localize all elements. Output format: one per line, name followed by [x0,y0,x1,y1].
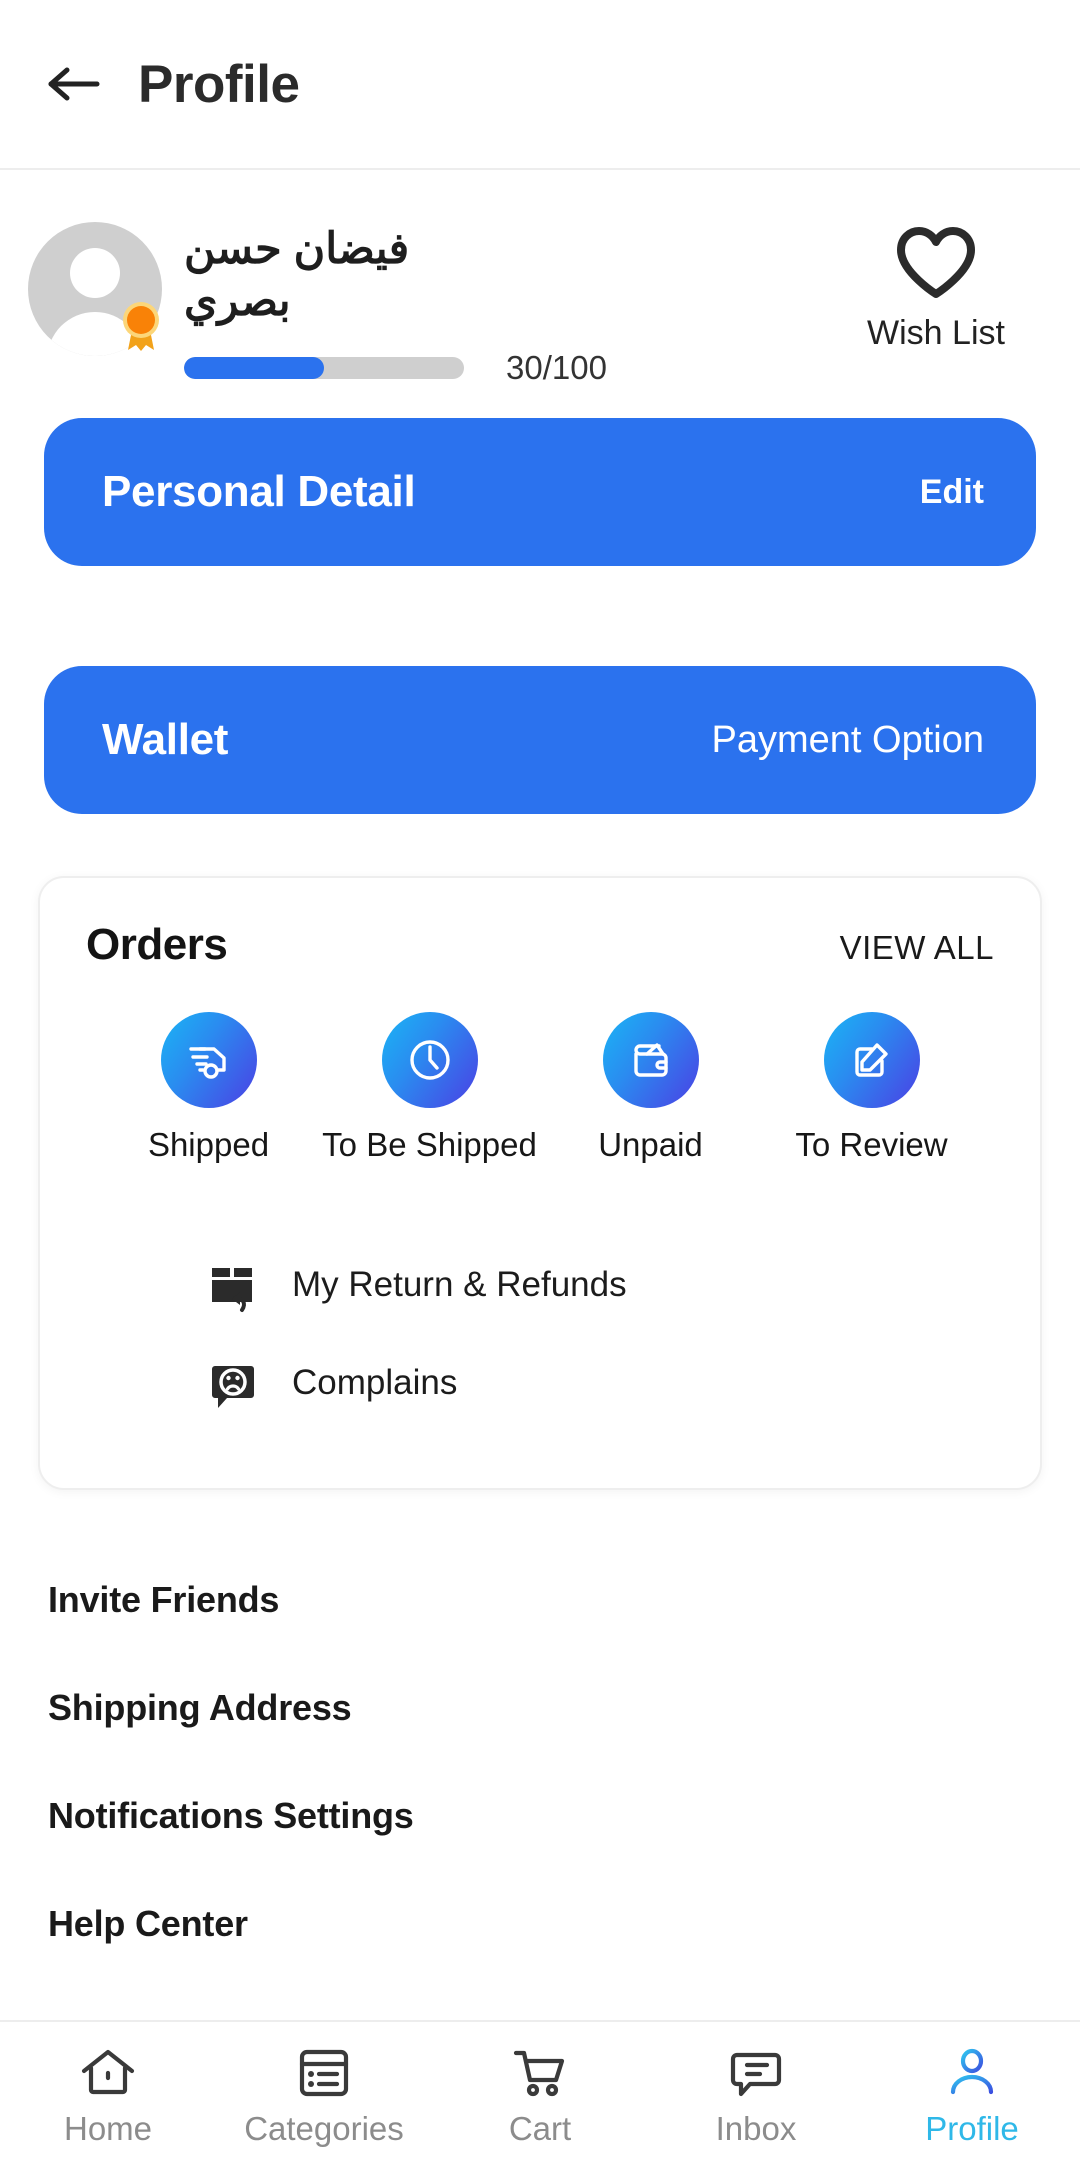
chat-bubble-icon [730,2052,782,2097]
progress-fill [184,357,324,380]
award-badge-icon [123,302,159,351]
delivery-truck-icon [188,1047,226,1079]
user-name: فيضان حسن بصري [184,225,410,325]
order-link-label: Complains [292,1363,458,1402]
profile-info: فيضان حسن بصري 30/100 [184,222,812,387]
my-return-and-refunds-link[interactable]: My Return & Refunds [202,1236,1004,1334]
back-button[interactable] [44,53,106,115]
complains-link[interactable]: Complains [202,1334,1004,1432]
status-label: Unpaid [598,1126,703,1163]
heart-icon [897,227,975,298]
wishlist-label: Wish List [867,314,1005,352]
order-link-label: My Return & Refunds [292,1265,627,1304]
menu-item-notifications-settings[interactable]: Notifications Settings [48,1776,1032,1856]
wishlist-button[interactable]: Wish List [836,222,1036,353]
order-status-to-review[interactable]: To Review [787,1012,957,1164]
settings-menu-list: Invite Friends Shipping Address Notifica… [0,1560,1080,1964]
order-status-row: Shipped To Be Shipped Unpaid To Review [76,1012,1004,1164]
arrow-left-icon [48,67,100,101]
order-link-icon [202,1352,264,1414]
nav-label: Cart [508,2110,572,2147]
orders-view-all-link[interactable]: VIEW ALL [840,929,994,967]
order-status-to-be-shipped[interactable]: To Be Shipped [322,1012,537,1164]
status-label: To Review [795,1126,948,1163]
wallet-icon [633,1043,668,1077]
wallet-card[interactable]: Wallet Payment Option [44,666,1036,814]
user-icon [950,2048,994,2095]
wallet-payment-option-button[interactable]: Payment Option [712,719,984,762]
nav-item-cart[interactable]: Cart [432,2046,648,2148]
status-circle [823,1012,920,1108]
personal-detail-title: Personal Detail [102,467,416,516]
order-link-icon [202,1254,264,1316]
personal-detail-edit-button[interactable]: Edit [920,473,984,512]
home-icon [81,2049,135,2095]
status-label: To Be Shipped [322,1126,537,1163]
nav-label: Inbox [715,2110,797,2147]
wallet-title: Wallet [102,715,229,764]
status-circle [381,1012,478,1108]
bottom-navigation: Home Categories Cart Inbox Profile [0,2020,1080,2172]
shopping-cart-icon [513,2050,565,2097]
nav-item-inbox[interactable]: Inbox [648,2046,864,2148]
status-circle [160,1012,257,1108]
nav-item-categories[interactable]: Categories [216,2046,432,2148]
orders-title: Orders [86,920,228,969]
progress-track [184,357,464,380]
nav-label: Profile [925,2110,1019,2147]
avatar-head-shape [70,248,120,298]
menu-item-help-center[interactable]: Help Center [48,1884,1032,1964]
nav-item-home[interactable]: Home [0,2046,216,2148]
profile-summary: فيضان حسن بصري 30/100 Wish List [0,170,1080,386]
app-header: Profile [0,0,1080,170]
avatar[interactable] [28,222,162,356]
order-status-shipped[interactable]: Shipped [124,1012,294,1164]
edit-square-icon [854,1043,888,1077]
orders-card: Orders VIEW ALL Shipped To Be Shipped Un… [38,876,1042,1490]
nav-item-profile[interactable]: Profile [864,2046,1080,2148]
level-progress: 30/100 [184,349,812,387]
progress-label: 30/100 [506,349,607,387]
clock-icon [409,1040,450,1080]
menu-item-invite-friends[interactable]: Invite Friends [48,1560,1032,1640]
order-status-unpaid[interactable]: Unpaid [566,1012,736,1164]
nav-label: Home [63,2110,153,2147]
orders-links: My Return & Refunds Complains [76,1236,1004,1432]
nav-label: Categories [244,2110,404,2147]
menu-item-shipping-address[interactable]: Shipping Address [48,1668,1032,1748]
orders-header: Orders VIEW ALL [76,920,1004,970]
page-title: Profile [138,54,300,114]
status-circle [602,1012,699,1108]
categories-list-icon [299,2049,349,2097]
personal-detail-card[interactable]: Personal Detail Edit [44,418,1036,566]
sad-face-chat-icon [212,1366,254,1408]
box-return-icon [212,1268,252,1312]
status-label: Shipped [147,1126,270,1163]
